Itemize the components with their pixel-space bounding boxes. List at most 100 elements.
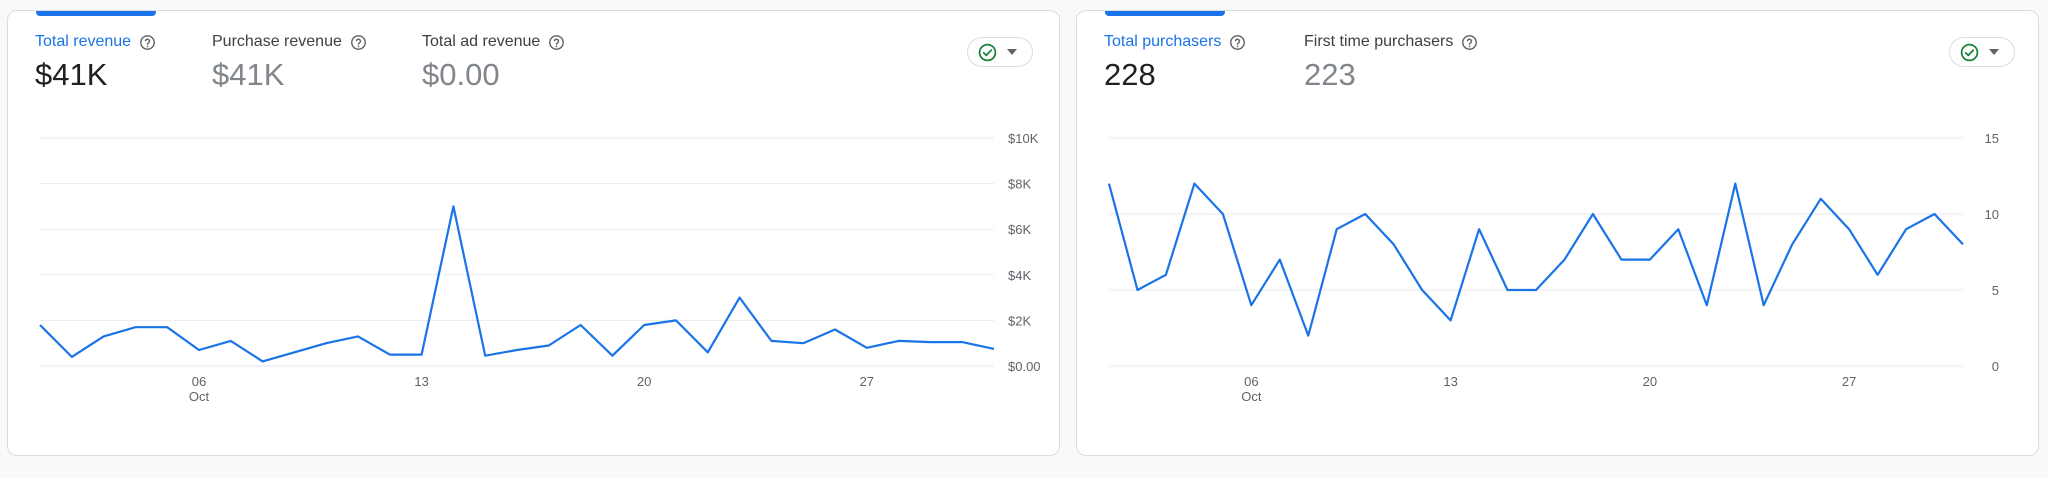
- x-tick-label: 20: [1643, 374, 1657, 389]
- compare-dropdown-button[interactable]: [1949, 37, 2015, 67]
- help-circle-icon[interactable]: [1461, 34, 1478, 51]
- data-point[interactable]: [609, 353, 615, 359]
- data-point[interactable]: [514, 347, 520, 353]
- data-point[interactable]: [959, 339, 965, 345]
- data-point[interactable]: [991, 346, 997, 352]
- data-point[interactable]: [101, 333, 107, 339]
- help-circle-icon[interactable]: [139, 34, 156, 51]
- data-point[interactable]: [737, 295, 743, 301]
- help-circle-icon[interactable]: [350, 34, 367, 51]
- x-tick-label: 06: [1244, 374, 1258, 389]
- compare-dropdown-button[interactable]: [967, 37, 1033, 67]
- data-point[interactable]: [387, 352, 393, 358]
- data-point[interactable]: [1789, 241, 1795, 247]
- data-point[interactable]: [1533, 287, 1539, 293]
- data-point[interactable]: [69, 354, 75, 360]
- data-point[interactable]: [1334, 226, 1340, 232]
- data-point[interactable]: [355, 333, 361, 339]
- metric-first-time-purchasers[interactable]: First time purchasers 223: [1304, 33, 1478, 93]
- data-point[interactable]: [864, 345, 870, 351]
- data-point[interactable]: [132, 324, 138, 330]
- data-point[interactable]: [196, 347, 202, 353]
- data-point[interactable]: [450, 203, 456, 209]
- revenue-line-chart: $0.00 $2K $4K $6K $8K $10K 06Oct 13 20 27: [37, 131, 1041, 404]
- data-point[interactable]: [37, 322, 43, 328]
- data-point[interactable]: [768, 338, 774, 344]
- metric-label: First time purchasers: [1304, 33, 1454, 50]
- data-point[interactable]: [832, 327, 838, 333]
- y-tick-label: $6K: [1008, 222, 1031, 237]
- data-point[interactable]: [1163, 272, 1169, 278]
- data-point[interactable]: [546, 342, 552, 348]
- data-point[interactable]: [1704, 302, 1710, 308]
- data-point[interactable]: [1362, 211, 1368, 217]
- data-point[interactable]: [1647, 257, 1653, 263]
- data-point[interactable]: [228, 338, 234, 344]
- data-point[interactable]: [927, 339, 933, 345]
- purchasers-line-chart: 0 5 10 15 06Oct 13 20 27: [1106, 131, 1999, 404]
- data-point[interactable]: [705, 349, 711, 355]
- metric-value: 228: [1104, 57, 1156, 92]
- x-tick-label: 27: [1842, 374, 1856, 389]
- check-circle-icon: [978, 43, 997, 61]
- data-point[interactable]: [260, 358, 266, 364]
- y-tick-label: $2K: [1008, 313, 1031, 328]
- data-point[interactable]: [1277, 257, 1283, 263]
- data-point[interactable]: [164, 324, 170, 330]
- data-point[interactable]: [1448, 317, 1454, 323]
- data-point[interactable]: [482, 353, 488, 359]
- data-point[interactable]: [1932, 211, 1938, 217]
- data-point[interactable]: [673, 317, 679, 323]
- data-point[interactable]: [896, 338, 902, 344]
- data-point[interactable]: [1732, 181, 1738, 187]
- y-tick-label: $0.00: [1008, 359, 1041, 374]
- active-tab-indicator: [36, 11, 156, 16]
- metric-purchase-revenue[interactable]: Purchase revenue $41K: [212, 33, 367, 93]
- help-circle-icon[interactable]: [548, 34, 565, 51]
- data-point[interactable]: [578, 322, 584, 328]
- data-point[interactable]: [1618, 257, 1624, 263]
- data-point[interactable]: [1248, 302, 1254, 308]
- data-point[interactable]: [1505, 287, 1511, 293]
- data-point[interactable]: [1305, 333, 1311, 339]
- data-point[interactable]: [800, 340, 806, 346]
- metric-label: Total ad revenue: [422, 33, 541, 50]
- x-tick-sublabel: Oct: [189, 389, 210, 404]
- data-point[interactable]: [1960, 241, 1966, 247]
- data-point[interactable]: [291, 349, 297, 355]
- data-point[interactable]: [1875, 272, 1881, 278]
- data-point[interactable]: [323, 340, 329, 346]
- data-point[interactable]: [1761, 302, 1767, 308]
- y-tick-label: $4K: [1008, 268, 1031, 283]
- data-point[interactable]: [1419, 287, 1425, 293]
- metric-total-revenue[interactable]: Total revenue $41K: [35, 33, 156, 93]
- metric-value: $41K: [212, 57, 285, 92]
- data-point[interactable]: [1134, 287, 1140, 293]
- metric-total-purchasers[interactable]: Total purchasers 228: [1104, 33, 1246, 93]
- metric-value: $41K: [35, 57, 108, 92]
- data-point[interactable]: [1590, 211, 1596, 217]
- data-point[interactable]: [1106, 181, 1112, 187]
- data-point[interactable]: [1220, 211, 1226, 217]
- data-point[interactable]: [641, 322, 647, 328]
- data-point[interactable]: [1191, 181, 1197, 187]
- x-tick-label: 27: [860, 374, 874, 389]
- data-point[interactable]: [419, 352, 425, 358]
- data-point[interactable]: [1846, 226, 1852, 232]
- y-tick-label: $10K: [1008, 131, 1039, 146]
- data-point[interactable]: [1903, 226, 1909, 232]
- data-point[interactable]: [1818, 196, 1824, 202]
- x-tick-label: 06: [192, 374, 206, 389]
- data-point[interactable]: [1476, 226, 1482, 232]
- x-tick-sublabel: Oct: [1241, 389, 1262, 404]
- data-point[interactable]: [1391, 241, 1397, 247]
- y-tick-label: 0: [1992, 359, 1999, 374]
- x-tick-label: 13: [414, 374, 428, 389]
- data-point[interactable]: [1561, 257, 1567, 263]
- metric-label: Purchase revenue: [212, 33, 342, 50]
- y-tick-label: 15: [1985, 131, 1999, 146]
- data-point[interactable]: [1675, 226, 1681, 232]
- metric-value: $0.00: [422, 57, 500, 92]
- metric-total-ad-revenue[interactable]: Total ad revenue $0.00: [422, 33, 565, 93]
- help-circle-icon[interactable]: [1229, 34, 1246, 51]
